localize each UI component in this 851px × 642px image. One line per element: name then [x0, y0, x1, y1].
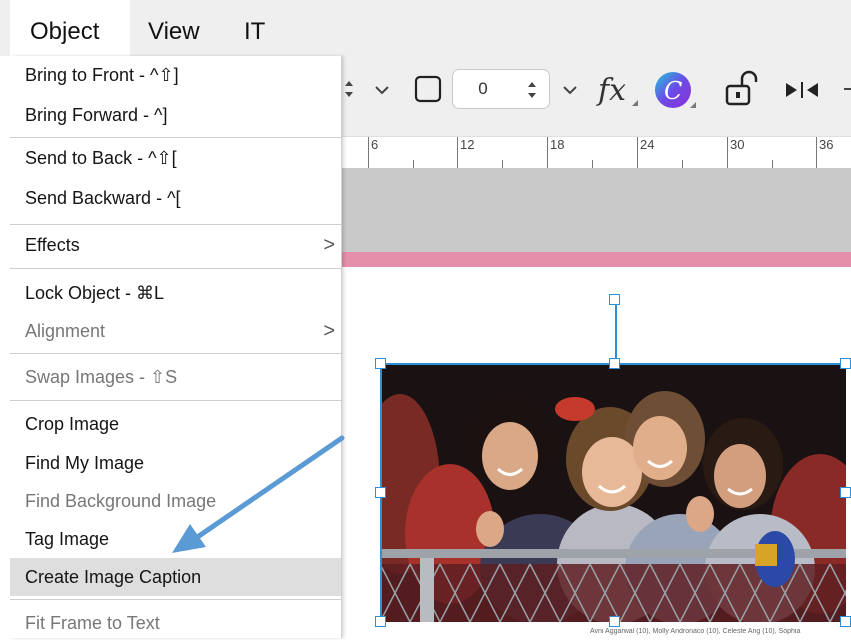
annotation-arrow [172, 435, 345, 553]
